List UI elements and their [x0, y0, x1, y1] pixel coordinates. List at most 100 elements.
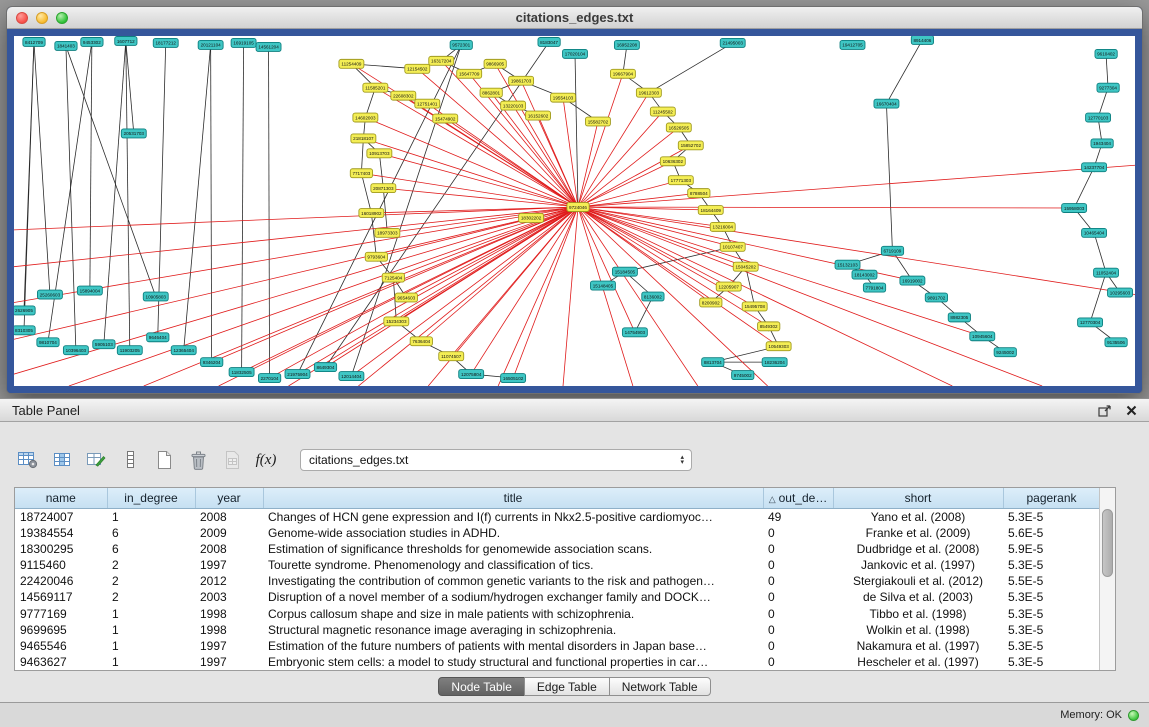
- table-cell[interactable]: Structural magnetic resonance image aver…: [263, 622, 763, 638]
- table-cell[interactable]: Changes of HCN gene expression and I(f) …: [263, 508, 763, 525]
- table-cell[interactable]: 9465546: [15, 638, 107, 654]
- graph-node[interactable]: 10913703: [367, 149, 392, 158]
- graph-node[interactable]: 12365404: [171, 346, 196, 355]
- rename-column-button[interactable]: [82, 447, 110, 473]
- table-cell[interactable]: 19384554: [15, 525, 107, 541]
- graph-node[interactable]: 10396403: [63, 346, 88, 355]
- table-cell[interactable]: 9463627: [15, 654, 107, 670]
- graph-node[interactable]: 15582702: [585, 117, 610, 126]
- graph-node[interactable]: 16670404: [874, 99, 899, 108]
- graph-node[interactable]: 15132103: [835, 260, 860, 269]
- graph-node[interactable]: 15184505: [612, 267, 637, 276]
- graph-node[interactable]: 9610402: [1095, 49, 1117, 58]
- graph-node[interactable]: 15958003: [1062, 204, 1087, 213]
- graph-node[interactable]: 16919002: [900, 276, 925, 285]
- table-cell[interactable]: 2: [107, 557, 195, 573]
- graph-node[interactable]: 15647709: [457, 69, 482, 78]
- table-cell[interactable]: Tibbo et al. (1998): [833, 605, 1003, 621]
- table-row[interactable]: 1938455462009Genome-wide association stu…: [15, 525, 1100, 541]
- graph-node[interactable]: 10636302: [660, 157, 685, 166]
- graph-node[interactable]: 15045202: [733, 262, 758, 271]
- graph-node[interactable]: 11074507: [439, 352, 464, 361]
- graph-node[interactable]: 16952208: [614, 40, 639, 49]
- table-cell[interactable]: Nakamura et al. (1997): [833, 638, 1003, 654]
- graph-node[interactable]: 11245502: [650, 107, 675, 116]
- graph-node[interactable]: 12014404: [339, 372, 364, 381]
- graph-node[interactable]: 25260603: [37, 290, 62, 299]
- column-header-title[interactable]: title: [263, 488, 763, 508]
- table-cell[interactable]: Estimation of significance thresholds fo…: [263, 541, 763, 557]
- table-cell[interactable]: 1998: [195, 622, 263, 638]
- graph-node[interactable]: 15148405: [590, 281, 615, 290]
- table-cell[interactable]: 9777169: [15, 605, 107, 621]
- table-cell[interactable]: Corpus callosum shape and size in male p…: [263, 605, 763, 621]
- scrollbar-thumb[interactable]: [1102, 509, 1113, 577]
- table-cell[interactable]: 1997: [195, 654, 263, 670]
- table-cell[interactable]: 2003: [195, 589, 263, 605]
- graph-node[interactable]: 7717403: [350, 169, 372, 178]
- graph-node[interactable]: 19612303: [636, 88, 661, 97]
- table-cell[interactable]: 2: [107, 589, 195, 605]
- graph-node[interactable]: 9277304: [1097, 83, 1119, 92]
- table-cell[interactable]: Dudbridge et al. (2008): [833, 541, 1003, 557]
- graph-node[interactable]: 16018902: [359, 209, 384, 218]
- graph-node[interactable]: 12075804: [459, 370, 484, 379]
- graph-node[interactable]: 18177212: [153, 38, 178, 47]
- tab-node-table[interactable]: Node Table: [438, 677, 525, 696]
- graph-node[interactable]: 10549303: [766, 342, 791, 351]
- graph-node[interactable]: 16317204: [429, 56, 454, 65]
- table-row[interactable]: 1456911722003Disruption of a novel membe…: [15, 589, 1100, 605]
- table-cell[interactable]: Yano et al. (2008): [833, 508, 1003, 525]
- graph-node[interactable]: 14754903: [622, 328, 647, 337]
- graph-node[interactable]: 19667904: [610, 69, 635, 78]
- graph-node[interactable]: 15852702: [678, 141, 703, 150]
- graph-node[interactable]: 18164409: [698, 206, 723, 215]
- table-row[interactable]: 969969511998Structural magnetic resonanc…: [15, 622, 1100, 638]
- graph-node[interactable]: 11585201: [363, 83, 388, 92]
- table-cell[interactable]: Hescheler et al. (1997): [833, 654, 1003, 670]
- graph-node[interactable]: 12751401: [415, 99, 440, 108]
- table-cell[interactable]: 1998: [195, 605, 263, 621]
- graph-node[interactable]: 14602003: [353, 113, 378, 122]
- graph-node[interactable]: 9453302: [81, 37, 103, 46]
- table-cell[interactable]: 1: [107, 508, 195, 525]
- graph-node[interactable]: 9724046: [567, 203, 589, 212]
- graph-node[interactable]: 8200902: [700, 298, 722, 307]
- column-header-short[interactable]: short: [833, 488, 1003, 508]
- graph-node[interactable]: 1943404: [1091, 139, 1113, 148]
- graph-node[interactable]: 2626905: [14, 306, 35, 315]
- graph-node[interactable]: 9245002: [994, 348, 1016, 357]
- graph-node[interactable]: 9866905: [484, 59, 506, 68]
- graph-node[interactable]: 16152602: [526, 111, 551, 120]
- graph-node[interactable]: 6719109: [881, 246, 903, 255]
- graph-node[interactable]: 8649304: [314, 363, 336, 372]
- row-height-button[interactable]: [116, 447, 144, 473]
- table-cell[interactable]: 0: [763, 589, 833, 605]
- minimize-window-button[interactable]: [36, 12, 48, 24]
- graph-node[interactable]: 9891702: [925, 293, 947, 302]
- table-row[interactable]: 946554611997Estimation of the future num…: [15, 638, 1100, 654]
- graph-node[interactable]: 8136002: [642, 292, 664, 301]
- table-cell[interactable]: Franke et al. (2009): [833, 525, 1003, 541]
- table-selector[interactable]: citations_edges.txt ▴▾: [300, 449, 692, 471]
- graph-node[interactable]: 15495708: [742, 302, 767, 311]
- graph-node[interactable]: 20871303: [371, 184, 396, 193]
- table-cell[interactable]: 5.3E-5: [1003, 638, 1100, 654]
- graph-node[interactable]: 18236204: [762, 358, 787, 367]
- import-table-button[interactable]: [218, 447, 246, 473]
- table-cell[interactable]: 5.3E-5: [1003, 557, 1100, 573]
- graph-node[interactable]: 8862801: [480, 88, 502, 97]
- column-header-out-de[interactable]: △out_de…: [763, 488, 833, 508]
- graph-node[interactable]: 8813704: [702, 358, 724, 367]
- table-cell[interactable]: 0: [763, 573, 833, 589]
- graph-node[interactable]: 21818107: [351, 134, 376, 143]
- table-settings-button[interactable]: [14, 447, 42, 473]
- table-cell[interactable]: 0: [763, 541, 833, 557]
- graph-node[interactable]: 9346204: [201, 358, 223, 367]
- table-cell[interactable]: Genome-wide association studies in ADHD.: [263, 525, 763, 541]
- function-builder-button[interactable]: f(x): [252, 447, 280, 473]
- table-cell[interactable]: 5.5E-5: [1003, 573, 1100, 589]
- table-row[interactable]: 1872400712008Changes of HCN gene express…: [15, 508, 1100, 525]
- graph-node[interactable]: 9745002: [732, 371, 754, 380]
- table-cell[interactable]: 5.3E-5: [1003, 589, 1100, 605]
